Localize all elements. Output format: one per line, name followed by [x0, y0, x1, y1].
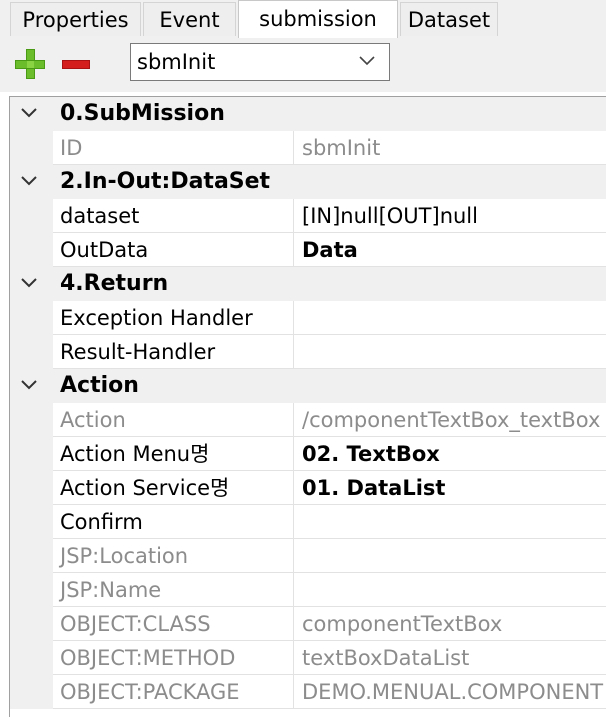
tab-submission[interactable]: submission [238, 0, 398, 38]
property-row-action-service[interactable]: Action Service명 01. DataList [10, 471, 606, 505]
chevron-down-icon[interactable] [18, 374, 40, 396]
submission-select[interactable]: sbmInit [130, 43, 390, 81]
category-title: 0.SubMission [60, 101, 225, 126]
property-row-outdata[interactable]: OutData Data [10, 233, 606, 267]
property-name: OBJECT:METHOD [53, 641, 294, 675]
property-name: Action Service명 [53, 471, 294, 505]
property-row-action[interactable]: Action /componentTextBox_textBox [10, 403, 606, 437]
property-value[interactable]: /componentTextBox_textBox [294, 403, 606, 437]
property-name: Action [53, 403, 294, 437]
category-return[interactable]: 4.Return [10, 267, 606, 301]
property-row-dataset[interactable]: dataset [IN]null[OUT]null [10, 199, 606, 233]
property-name: Exception Handler [53, 301, 294, 335]
property-name: dataset [53, 199, 294, 233]
submission-select-value: sbmInit [137, 50, 216, 74]
property-name: Result-Handler [53, 335, 294, 369]
property-row-object-package[interactable]: OBJECT:PACKAGE DEMO.MENUAL.COMPONENT [10, 675, 606, 709]
property-value[interactable] [294, 335, 606, 369]
toolbar: sbmInit [0, 38, 606, 92]
property-row-jsp-name[interactable]: JSP:Name [10, 573, 606, 607]
property-name: OBJECT:PACKAGE [53, 675, 294, 709]
property-value[interactable]: sbmInit [294, 131, 606, 165]
property-row-object-method[interactable]: OBJECT:METHOD textBoxDataList [10, 641, 606, 675]
property-value[interactable]: Data [294, 233, 606, 267]
chevron-down-icon [359, 52, 375, 70]
category-title: 4.Return [60, 271, 169, 296]
chevron-down-icon[interactable] [18, 272, 40, 294]
category-in-out-dataset[interactable]: 2.In-Out:DataSet [10, 165, 606, 199]
property-name: JSP:Name [53, 573, 294, 607]
category-title: Action [60, 373, 139, 398]
add-button[interactable] [15, 49, 45, 79]
category-title: 2.In-Out:DataSet [60, 169, 271, 194]
property-value[interactable]: 02. TextBox [294, 437, 606, 471]
property-row-id[interactable]: ID sbmInit [10, 131, 606, 165]
property-grid: 0.SubMission ID sbmInit 2.In-Out:DataSet… [9, 96, 606, 717]
property-value[interactable]: componentTextBox [294, 607, 606, 641]
property-value[interactable] [294, 573, 606, 607]
property-row-confirm[interactable]: Confirm [10, 505, 606, 539]
property-value[interactable]: [IN]null[OUT]null [294, 199, 606, 233]
property-row-action-menu[interactable]: Action Menu명 02. TextBox [10, 437, 606, 471]
property-value[interactable] [294, 301, 606, 335]
property-row-result-handler[interactable]: Result-Handler [10, 335, 606, 369]
property-name: Action Menu명 [53, 437, 294, 471]
category-submission[interactable]: 0.SubMission [10, 97, 606, 131]
chevron-down-icon[interactable] [18, 102, 40, 124]
tab-event[interactable]: Event [143, 2, 236, 36]
property-row-jsp-location[interactable]: JSP:Location [10, 539, 606, 573]
property-row-exception-handler[interactable]: Exception Handler [10, 301, 606, 335]
category-action[interactable]: Action [10, 369, 606, 403]
property-value[interactable]: 01. DataList [294, 471, 606, 505]
tab-dataset[interactable]: Dataset [400, 2, 498, 36]
chevron-down-icon[interactable] [18, 170, 40, 192]
property-name: ID [53, 131, 294, 165]
property-name: OutData [53, 233, 294, 267]
remove-button[interactable] [62, 60, 90, 69]
property-value[interactable] [294, 505, 606, 539]
property-value[interactable] [294, 539, 606, 573]
property-name: OBJECT:CLASS [53, 607, 294, 641]
property-name: Confirm [53, 505, 294, 539]
tab-bar: Properties Event submission Dataset [0, 0, 606, 38]
property-value[interactable]: DEMO.MENUAL.COMPONENT [294, 675, 606, 709]
property-value[interactable]: textBoxDataList [294, 641, 606, 675]
property-row-object-class[interactable]: OBJECT:CLASS componentTextBox [10, 607, 606, 641]
property-name: JSP:Location [53, 539, 294, 573]
tab-properties[interactable]: Properties [10, 2, 141, 36]
